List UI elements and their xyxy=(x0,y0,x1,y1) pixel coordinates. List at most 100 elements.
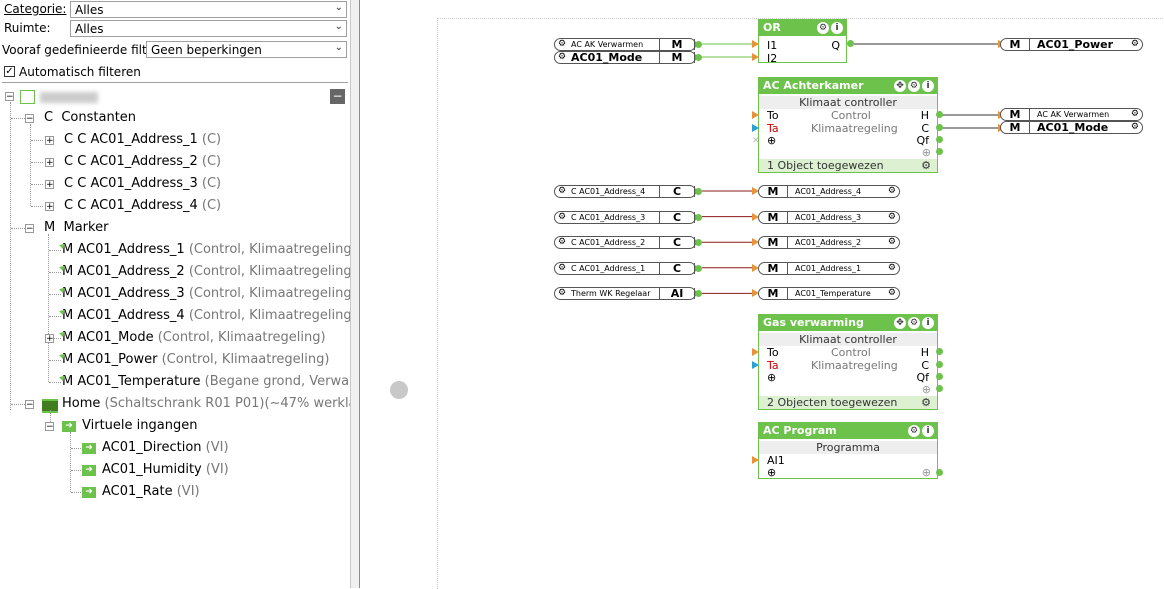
tree-const-item[interactable]: C C AC01_Address_1 (C) xyxy=(64,130,221,150)
ruimte-select[interactable]: Alles ⌄ xyxy=(70,20,347,37)
gear-icon[interactable]: ⚙ xyxy=(908,425,920,437)
gear-icon[interactable]: ⚙ xyxy=(558,212,566,223)
connector-dot[interactable] xyxy=(936,124,943,131)
collapse-virtuele[interactable]: − xyxy=(45,422,54,432)
gear-icon[interactable]: ⚙ xyxy=(558,186,566,197)
collapse-marker[interactable]: − xyxy=(25,224,34,234)
connector-dot[interactable] xyxy=(695,213,702,221)
settings-icon[interactable]: ⚙ xyxy=(921,396,931,409)
marker-output-pill[interactable]: M AC01_Power ⚙ xyxy=(1000,38,1143,51)
connector-dot[interactable] xyxy=(936,111,943,118)
connector-dot[interactable] xyxy=(695,188,702,195)
marker-target-pill[interactable]: M AC01_Temperature ⚙ xyxy=(758,287,900,301)
tree-vi-item[interactable]: AC01_Humidity (VI) xyxy=(102,460,229,480)
tree-const-item[interactable]: C C AC01_Address_4 (C) xyxy=(64,196,221,216)
info-icon[interactable]: i xyxy=(922,317,934,329)
marker-input-pill[interactable]: ⚙ AC01_Mode M xyxy=(554,51,696,64)
expand-const-item[interactable]: + xyxy=(45,158,54,168)
add-icon[interactable]: ⊕ xyxy=(767,134,776,147)
connector-dot[interactable] xyxy=(847,40,854,47)
info-icon[interactable]: i xyxy=(831,22,843,34)
tree-vi-item[interactable]: AC01_Direction (VI) xyxy=(102,438,229,458)
settings-icon[interactable]: ⚙ xyxy=(921,159,931,172)
gear-icon[interactable]: ⚙ xyxy=(817,22,829,34)
connector-dot[interactable] xyxy=(936,373,943,380)
tree-marker-item[interactable]: M AC01_Address_4 (Control, Klimaatregeli… xyxy=(62,306,357,326)
info-icon[interactable]: i xyxy=(922,425,934,437)
logic-canvas[interactable]: OR ⚙ i I1 I2 Q AC Achterkamer ✥ ⚙ i Klim… xyxy=(360,0,1164,589)
constant-pill[interactable]: ⚙ C AC01_Address_4 C xyxy=(554,185,696,198)
move-icon[interactable]: ✥ xyxy=(894,80,906,92)
connector-dot[interactable] xyxy=(936,361,943,368)
marker-input-pill[interactable]: ⚙ AC AK Verwarmen M xyxy=(554,38,696,51)
tree-marker-item[interactable]: M AC01_Address_1 (Control, Klimaatregeli… xyxy=(62,240,357,260)
connector-dot[interactable] xyxy=(936,469,943,476)
marker-target-pill[interactable]: M AC01_Address_3 ⚙ xyxy=(758,210,900,224)
ac-achterkamer-block[interactable]: AC Achterkamer ✥ ⚙ i Klimaat controller … xyxy=(758,77,938,173)
gear-icon[interactable]: ⚙ xyxy=(558,39,566,50)
tree-marker[interactable]: M Marker xyxy=(44,218,108,238)
tree-constanten[interactable]: C Constanten xyxy=(44,108,136,128)
tree-marker-item[interactable]: M AC01_Power (Control, Klimaatregeling) xyxy=(62,350,329,370)
connector-dot[interactable] xyxy=(695,264,702,272)
gear-icon[interactable]: ⚙ xyxy=(888,288,896,299)
gear-icon[interactable]: ⚙ xyxy=(1131,109,1139,120)
connector-dot[interactable] xyxy=(695,54,702,61)
marker-target-pill[interactable]: M AC01_Address_1 ⚙ xyxy=(758,261,900,275)
collapse-constanten[interactable]: − xyxy=(25,114,34,124)
gear-icon[interactable]: ⚙ xyxy=(908,80,920,92)
expand-marker-item[interactable]: + xyxy=(45,334,54,344)
gear-icon[interactable]: ⚙ xyxy=(888,263,896,274)
expand-const-item[interactable]: + xyxy=(45,202,54,212)
gear-icon[interactable]: ⚙ xyxy=(888,237,896,248)
vooraf-select[interactable]: Geen beperkingen ⌄ xyxy=(146,41,347,58)
move-icon[interactable]: ✥ xyxy=(894,317,906,329)
tree-virtuele[interactable]: Virtuele ingangen xyxy=(82,416,197,436)
add-icon[interactable]: ⊕ xyxy=(922,146,931,159)
gear-icon[interactable]: ⚙ xyxy=(558,237,566,248)
marker-target-pill[interactable]: M AC01_Address_4 ⚙ xyxy=(758,185,900,198)
auto-filter-checkbox[interactable]: ✓ xyxy=(4,66,15,77)
connector-dot[interactable] xyxy=(936,348,943,355)
tree-marker-item[interactable]: M AC01_Address_3 (Control, Klimaatregeli… xyxy=(62,284,357,304)
connector-dot[interactable] xyxy=(695,41,702,48)
gear-icon[interactable]: ⚙ xyxy=(558,263,566,274)
collapse-home[interactable]: − xyxy=(25,400,34,410)
ac-program-block[interactable]: AC Program ⚙ i Programma AI1 ⊕ ⊕ xyxy=(758,422,938,479)
tree-marker-item[interactable]: M AC01_Address_2 (Control, Klimaatregeli… xyxy=(62,262,357,282)
constant-pill[interactable]: ⚙ C AC01_Address_1 C xyxy=(554,261,696,275)
tree-const-item[interactable]: C C AC01_Address_2 (C) xyxy=(64,152,221,172)
marker-output-pill[interactable]: M AC AK Verwarmen ⚙ xyxy=(1000,108,1143,121)
gear-icon[interactable]: ⚙ xyxy=(888,186,896,197)
gear-icon[interactable]: ⚙ xyxy=(888,212,896,223)
gear-icon[interactable]: ⚙ xyxy=(1131,122,1139,133)
gear-icon[interactable]: ⚙ xyxy=(908,317,920,329)
gear-icon[interactable]: ⚙ xyxy=(558,288,566,299)
tree-vi-item[interactable]: AC01_Rate (VI) xyxy=(102,482,200,502)
constant-pill[interactable]: ⚙ C AC01_Address_3 C xyxy=(554,210,696,224)
connector-dot[interactable] xyxy=(936,385,943,392)
tree-home[interactable]: Home (Schaltschrank R01 P01)(~47% werkla… xyxy=(62,394,373,414)
add-icon[interactable]: ⊕ xyxy=(922,466,931,479)
tree-marker-item[interactable]: M AC01_Mode (Control, Klimaatregeling) xyxy=(62,328,326,348)
gear-icon[interactable]: ⚙ xyxy=(558,52,566,63)
categorie-select[interactable]: Alles ⌄ xyxy=(70,1,347,18)
constant-pill[interactable]: ⚙ C AC01_Address_2 C xyxy=(554,236,696,250)
collapse-root[interactable]: − xyxy=(5,92,14,102)
connector-dot[interactable] xyxy=(936,148,943,155)
expand-const-item[interactable]: + xyxy=(45,136,54,146)
info-icon[interactable]: i xyxy=(922,80,934,92)
constant-pill[interactable]: ⚙ Therm WK Regelaar AI xyxy=(554,287,696,301)
collapse-all-button[interactable]: − xyxy=(330,89,345,104)
tree-marker-item[interactable]: M AC01_Temperature (Begane grond, Verwar… xyxy=(62,372,362,392)
tree-const-item[interactable]: C C AC01_Address_3 (C) xyxy=(64,174,221,194)
or-block[interactable]: OR ⚙ i I1 I2 Q xyxy=(758,19,847,65)
add-icon[interactable]: ⊕ xyxy=(767,371,776,384)
gear-icon[interactable]: ⚙ xyxy=(1131,39,1139,50)
panel-splitter[interactable] xyxy=(350,0,360,588)
gas-verwarming-block[interactable]: Gas verwarming ✥ ⚙ i Klimaat controller … xyxy=(758,314,938,410)
add-icon[interactable]: ⊕ xyxy=(922,383,931,396)
marker-output-pill[interactable]: M AC01_Mode ⚙ xyxy=(1000,121,1143,134)
add-icon[interactable]: ⊕ xyxy=(767,466,776,479)
connector-dot[interactable] xyxy=(936,136,943,143)
